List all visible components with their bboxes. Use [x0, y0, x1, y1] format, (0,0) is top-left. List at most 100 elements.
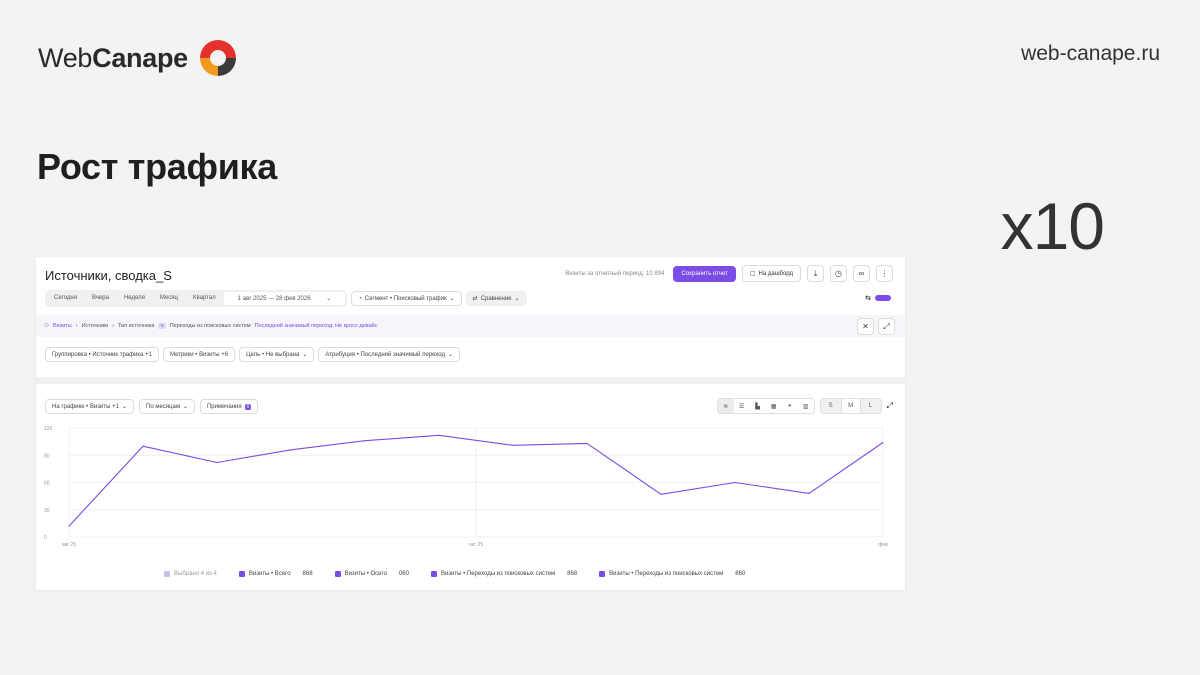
- legend-item[interactable]: Визиты • Всего 868: [238, 571, 313, 577]
- notes-count: 0: [244, 403, 252, 410]
- breadcrumb-level2[interactable]: Тип источника: [118, 323, 154, 329]
- breadcrumb-level3[interactable]: Переходы из поисковых систем: [170, 323, 251, 329]
- webcanape-logo-icon: [199, 40, 236, 76]
- size-s[interactable]: S: [821, 399, 841, 413]
- chart-controls: На графике • Визиты +1 ⌄ По месяцам ⌄ Прим…: [45, 399, 259, 414]
- y-tick-label: 120: [44, 426, 53, 432]
- hierarchy-icon: ⚇: [44, 323, 49, 329]
- period-today[interactable]: Сегодня: [47, 292, 84, 305]
- attribution-filter[interactable]: Атрибуция • Последний значимый переход ⌄: [318, 347, 460, 362]
- sync-control[interactable]: ⇆: [865, 294, 891, 302]
- period-quarter[interactable]: Квартал: [186, 292, 223, 305]
- checkbox-icon: [430, 571, 437, 577]
- checkbox-icon: [334, 571, 341, 577]
- breadcrumb: ⚇ Визиты › Источники › Тип источника ≡ П…: [36, 315, 905, 337]
- legend-selected-label: Выбрано 4 из 4: [174, 571, 217, 577]
- compare-selector[interactable]: ⇄ Сравнение ⌄: [465, 291, 527, 306]
- section-divider: [36, 377, 905, 384]
- data-point: [882, 441, 884, 444]
- breadcrumb-level1[interactable]: Источники: [82, 323, 109, 329]
- breadcrumb-root[interactable]: Визиты: [53, 323, 72, 329]
- y-tick-label: 60: [44, 481, 50, 487]
- notes-label: Примечания: [206, 403, 242, 410]
- legend-item[interactable]: Визиты • Переходы из поисковых систем 860: [599, 571, 745, 577]
- sync-icon: ⇆: [865, 295, 871, 302]
- period-yesterday[interactable]: Вчера: [85, 292, 116, 305]
- close-icon[interactable]: ✕: [857, 318, 874, 335]
- on-chart-label: На графике • Визиты +1: [52, 403, 119, 410]
- visits-note: Визиты за отчетный период: 10 894: [565, 270, 665, 277]
- clock-icon[interactable]: ◷: [830, 265, 847, 282]
- chevron-down-icon: ⌄: [514, 296, 520, 302]
- column-chart-icon[interactable]: ▥: [798, 399, 814, 413]
- x-tick-label: фев: [878, 542, 888, 548]
- chevron-down-icon: ⌄: [121, 404, 128, 410]
- compare-icon: ⇄: [472, 296, 478, 302]
- compare-label: Сравнение: [480, 295, 512, 302]
- x-tick-label: окт 25: [469, 542, 483, 548]
- size-m[interactable]: M: [840, 399, 861, 413]
- more-icon[interactable]: ⋮: [876, 265, 893, 282]
- y-tick-label: 30: [44, 508, 50, 514]
- data-point: [734, 481, 736, 484]
- report-title: Источники, сводка_S: [45, 268, 172, 283]
- dashboard-button[interactable]: ▢ На дашборд: [741, 265, 801, 282]
- detail-period-selector[interactable]: По месяцам ⌄: [139, 399, 195, 414]
- legend-item[interactable]: Визиты • Осего 060: [334, 571, 409, 577]
- growth-multiplier: x10: [1000, 189, 1105, 263]
- goal-filter-label: Цель • Не выбрана: [246, 351, 300, 358]
- detail-period-label: По месяцам: [146, 403, 180, 410]
- legend-item[interactable]: Визиты • Переходы из поисковых систем 868: [430, 571, 578, 577]
- fullscreen-icon[interactable]: ⤢: [887, 401, 893, 411]
- attribution-filter-label: Атрибуция • Последний значимый переход: [325, 351, 445, 358]
- stacked-chart-icon[interactable]: ☰: [734, 399, 750, 413]
- grouping-filter[interactable]: Группировка • Источник трафика +1: [45, 347, 160, 362]
- metrics-filter[interactable]: Метрики • Визиты +6: [163, 347, 236, 362]
- checkbox-icon: [164, 571, 170, 577]
- size-l[interactable]: L: [861, 399, 881, 413]
- chevron-down-icon: ⌄: [447, 352, 453, 358]
- area-chart-icon[interactable]: ▦: [766, 399, 782, 413]
- save-report-button[interactable]: Сохранить отчет: [673, 265, 736, 282]
- chevron-down-icon: ⌄: [182, 404, 188, 410]
- legend-item-label: Визиты • Переходы из поисковых систем: [440, 571, 556, 577]
- line-chart-icon[interactable]: ≋: [717, 399, 734, 413]
- period-week[interactable]: Неделя: [117, 292, 152, 305]
- data-point: [142, 445, 144, 447]
- legend-item-label: Визиты • Переходы из поисковых систем: [609, 571, 724, 577]
- chart-tools: ≋ ☰ ▙ ▦ ◕ ▥ S M L ⤢: [716, 398, 893, 414]
- legend-selected[interactable]: Выбрано 4 из 4: [164, 571, 217, 577]
- notes-button[interactable]: Примечания 0: [199, 399, 259, 414]
- download-icon[interactable]: ⤓: [807, 265, 824, 282]
- site-url: web-canape.ru: [1021, 42, 1160, 65]
- expand-icon[interactable]: ⤢: [878, 318, 895, 335]
- data-point: [68, 525, 70, 527]
- link-icon[interactable]: ∞: [853, 265, 870, 282]
- period-month[interactable]: Месяц: [153, 292, 185, 305]
- brand-logo-block: WebCanape: [38, 36, 240, 80]
- date-range-picker[interactable]: 1 авг 2025 — 28 фев 2026 ⌄: [223, 292, 346, 305]
- dashboard-button-label: На дашборд: [758, 270, 793, 277]
- dashboard-icon: ▢: [749, 271, 756, 277]
- bar-chart-icon[interactable]: ▙: [750, 399, 766, 413]
- pie-chart-icon[interactable]: ◕: [782, 399, 798, 413]
- on-chart-selector[interactable]: На графике • Визиты +1 ⌄: [45, 399, 135, 414]
- slide-title: Рост трафика: [37, 146, 277, 187]
- date-range-label: 1 авг 2025 — 28 фев 2026: [237, 296, 311, 302]
- metrika-screenshot: Источники, сводка_S Визиты за отчетный п…: [36, 257, 905, 590]
- y-tick-label: 0: [44, 535, 47, 541]
- segment-selector[interactable]: ◔ Сегмент • Поисковый трафик ⌄: [351, 291, 462, 306]
- sync-toggle[interactable]: [875, 295, 891, 301]
- breadcrumb-separator-icon: ›: [112, 323, 114, 329]
- chart-size-selector: S M L: [819, 398, 882, 414]
- y-tick-label: 90: [44, 453, 50, 459]
- legend-item-value: 868: [567, 571, 578, 577]
- goal-filter[interactable]: Цель • Не выбрана ⌄: [239, 347, 315, 362]
- breadcrumb-filter[interactable]: Последний значимый переход: Не кросс-дев…: [255, 323, 378, 329]
- report-header-actions: Визиты за отчетный период: 10 894 Сохран…: [565, 265, 893, 282]
- data-point: [512, 444, 514, 446]
- visits-line-chart: 0 30 60 90 120 авг 25 окт 25 фев: [44, 426, 888, 548]
- chevron-down-icon: ⌄: [326, 296, 332, 302]
- checkbox-icon: [599, 571, 606, 577]
- chart-type-selector: ≋ ☰ ▙ ▦ ◕ ▥: [716, 398, 815, 414]
